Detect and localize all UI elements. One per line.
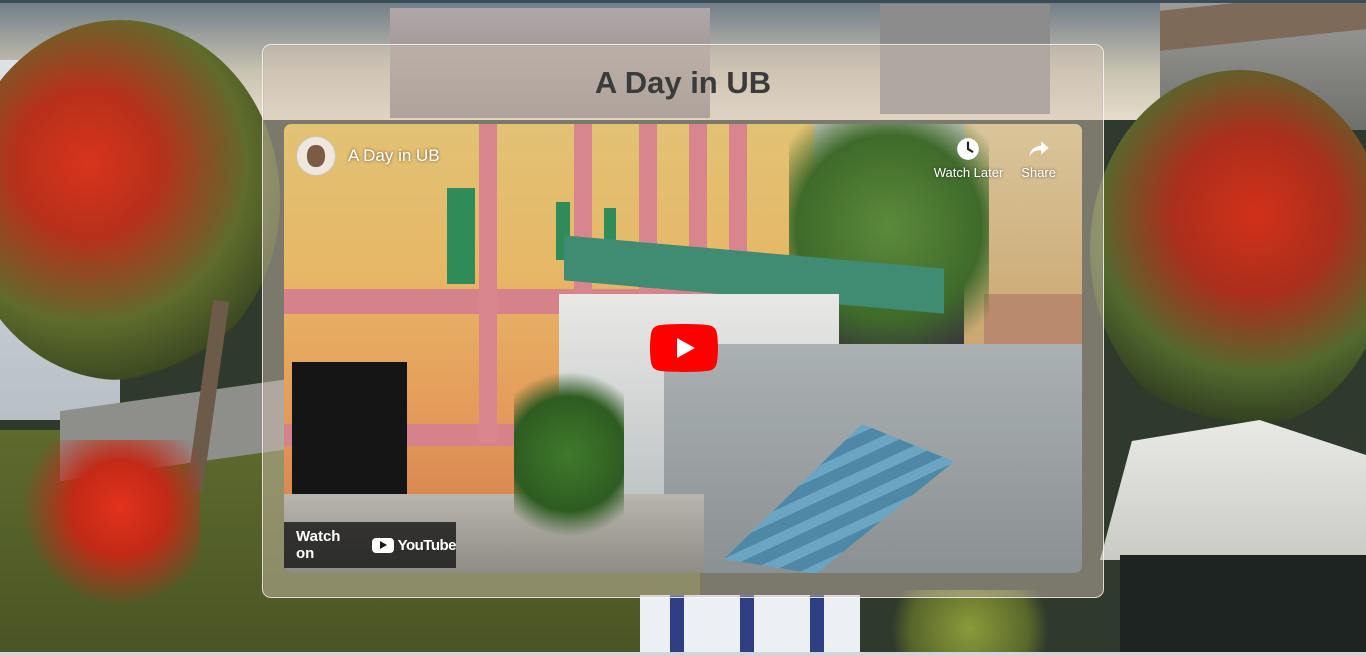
thumb-black-door — [292, 362, 407, 500]
share-label: Share — [1021, 165, 1056, 180]
white-tent — [1100, 420, 1366, 560]
page-title: A Day in UB — [594, 65, 772, 100]
top-edge-bar — [0, 0, 1366, 3]
share-arrow-icon — [1028, 141, 1049, 157]
shrubs — [880, 590, 1060, 655]
watch-later-button[interactable]: Watch Later — [933, 136, 1004, 180]
banquet-tables — [640, 595, 860, 655]
watch-on-label: Watch on — [296, 528, 341, 562]
video-actions: Watch Later Share — [934, 136, 1056, 180]
thumb-pillar — [479, 124, 497, 444]
video-title[interactable]: A Day in UB — [348, 146, 440, 166]
avatar-face — [307, 145, 325, 167]
clock-icon — [957, 138, 980, 160]
share-button[interactable]: Share — [1021, 136, 1056, 180]
flowers-left — [0, 440, 200, 610]
tent-shadow — [1120, 555, 1366, 655]
watch-on-youtube-button[interactable]: Watch on YouTube — [284, 522, 457, 568]
youtube-logo: YouTube — [371, 536, 457, 554]
thumb-plant — [514, 354, 624, 554]
watch-later-label: Watch Later — [933, 165, 1004, 180]
flame-tree-right — [1090, 70, 1366, 430]
channel-info[interactable]: A Day in UB — [296, 136, 440, 176]
video-card: A Day in UB A Day in UB Watch Later Shar… — [262, 44, 1104, 598]
youtube-embed[interactable]: A Day in UB Watch Later Share Watch on Y… — [284, 124, 1082, 573]
thumb-green-door — [447, 188, 475, 284]
channel-avatar[interactable] — [296, 136, 336, 176]
play-icon[interactable] — [650, 324, 718, 372]
youtube-wordmark: YouTube — [397, 536, 457, 554]
youtube-logo-icon — [371, 537, 394, 553]
